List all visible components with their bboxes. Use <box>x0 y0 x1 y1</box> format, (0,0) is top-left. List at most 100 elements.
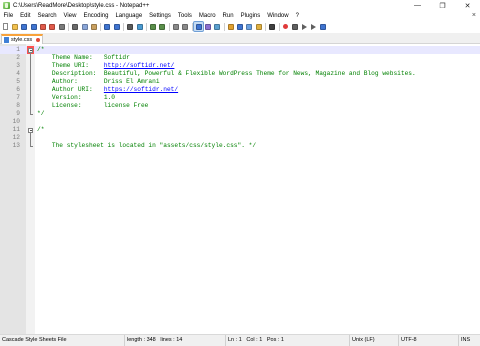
indent-guide-icon[interactable] <box>213 22 222 31</box>
fold-end <box>30 114 34 115</box>
zoom-out-icon[interactable] <box>158 22 167 31</box>
code-segment: Author: Driss El Amrani <box>37 78 160 85</box>
save-icon[interactable] <box>20 22 29 31</box>
minimize-button[interactable]: — <box>405 0 430 11</box>
cut-icon[interactable] <box>71 22 80 31</box>
code-line[interactable]: 7 Version: 1.0 <box>0 94 480 102</box>
toolbar-separator <box>168 22 170 31</box>
monitoring-icon[interactable] <box>268 22 277 31</box>
code-text: Theme URI: http://softidr.net/ <box>37 62 175 70</box>
menu-search[interactable]: Search <box>34 11 60 21</box>
toolbar-separator <box>145 22 147 31</box>
close-all-icon[interactable] <box>48 22 57 31</box>
play-macro-icon[interactable] <box>300 22 309 31</box>
replace-icon[interactable] <box>135 22 144 31</box>
code-line[interactable]: 3 Theme URI: http://softidr.net/ <box>0 62 480 70</box>
menu-language[interactable]: Language <box>112 11 146 21</box>
code-line[interactable]: 5 Author: Driss El Amrani <box>0 78 480 86</box>
fold-toggle-icon[interactable] <box>28 127 33 133</box>
code-line[interactable]: 2 Theme Name: Softidr <box>0 54 480 62</box>
sync-vertical-icon[interactable] <box>171 22 180 31</box>
close-icon[interactable] <box>39 22 48 31</box>
word-wrap-icon[interactable] <box>193 21 205 32</box>
menu-help[interactable]: ? <box>292 11 302 21</box>
doc-map-icon[interactable] <box>236 22 245 31</box>
code-line[interactable]: 6 Author URI: https://softidr.net/ <box>0 86 480 94</box>
code-segment: Theme URI: <box>37 62 104 69</box>
code-line[interactable]: 12 <box>0 134 480 142</box>
tab-close-icon[interactable] <box>36 38 40 42</box>
undo-icon[interactable] <box>103 22 112 31</box>
code-line[interactable]: 9 */ <box>0 110 480 118</box>
code-segment: /* <box>37 46 45 53</box>
code-segment: License: license Free <box>37 102 149 109</box>
maximize-button[interactable]: ❐ <box>430 0 455 11</box>
code-line[interactable]: 4 Description: Beautiful, Powerful & Fle… <box>0 70 480 78</box>
save-macro-icon[interactable] <box>319 22 328 31</box>
copy-icon[interactable] <box>80 22 89 31</box>
code-text: /* <box>37 126 44 134</box>
notepad-plus-plus-icon <box>3 2 10 9</box>
run-macro-multiple-icon[interactable] <box>309 22 318 31</box>
menu-tools[interactable]: Tools <box>174 11 195 21</box>
close-document-icon[interactable]: × <box>472 11 476 21</box>
new-file-icon[interactable] <box>1 22 10 31</box>
status-pos: Pos : 1 <box>266 337 284 343</box>
zoom-in-icon[interactable] <box>148 22 157 31</box>
function-list-icon[interactable] <box>245 22 254 31</box>
status-eol[interactable]: Unix (LF) <box>349 335 398 346</box>
stop-record-icon[interactable] <box>291 22 300 31</box>
code-line[interactable]: 8 License: license Free <box>0 102 480 110</box>
code-line[interactable]: 13 The stylesheet is located in "assets/… <box>0 142 480 150</box>
line-number: 1 <box>16 46 20 53</box>
file-icon <box>4 37 9 43</box>
menu-macro[interactable]: Macro <box>195 11 219 21</box>
toolbar-separator <box>278 22 280 31</box>
line-number: 9 <box>16 110 20 117</box>
define-language-icon[interactable] <box>226 22 235 31</box>
status-length: length : 348 <box>127 337 156 343</box>
sync-horizontal-icon[interactable] <box>181 22 190 31</box>
menu-file[interactable]: File <box>0 11 17 21</box>
menu-run[interactable]: Run <box>219 11 237 21</box>
status-encoding[interactable]: UTF-8 <box>398 335 458 346</box>
print-icon[interactable] <box>57 22 66 31</box>
menu-encoding[interactable]: Encoding <box>80 11 112 21</box>
window-controls: — ❐ ✕ <box>405 0 480 11</box>
tab-style-css[interactable]: style.css <box>1 34 43 44</box>
show-all-chars-icon[interactable] <box>203 22 212 31</box>
line-number: 4 <box>16 70 20 77</box>
open-file-icon[interactable] <box>10 22 19 31</box>
code-segment: Theme Name: Softidr <box>37 54 130 61</box>
menu-edit[interactable]: Edit <box>17 11 34 21</box>
menu-view[interactable]: View <box>60 11 80 21</box>
line-number: 6 <box>16 86 20 93</box>
code-text: */ <box>37 110 44 118</box>
code-text: Author URI: https://softidr.net/ <box>37 86 178 94</box>
save-all-icon[interactable] <box>29 22 38 31</box>
editor-area[interactable]: 1/* 2 Theme Name: Softidr 3 Theme URI: htt… <box>0 44 480 334</box>
redo-icon[interactable] <box>112 22 121 31</box>
code-text: /* <box>37 46 44 54</box>
code-line[interactable]: 1 /* <box>0 46 480 54</box>
menu-plugins[interactable]: Plugins <box>237 11 264 21</box>
find-icon[interactable] <box>126 22 135 31</box>
tab-label: style.css <box>11 37 33 43</box>
code-line[interactable]: 11 /* <box>0 126 480 134</box>
code-segment: */ <box>37 110 45 117</box>
code-link[interactable]: http://softidr.net/ <box>104 62 175 69</box>
folder-workspace-icon[interactable] <box>254 22 263 31</box>
record-macro-icon[interactable] <box>281 22 290 31</box>
close-button[interactable]: ✕ <box>455 0 480 11</box>
status-lines: lines : 14 <box>160 337 183 343</box>
status-insert-mode[interactable]: INS <box>458 335 480 346</box>
paste-icon[interactable] <box>90 22 99 31</box>
menu-settings[interactable]: Settings <box>146 11 175 21</box>
code-text: The stylesheet is located in "assets/css… <box>37 142 256 150</box>
menu-window[interactable]: Window <box>264 11 292 21</box>
code-text: Version: 1.0 <box>37 94 115 102</box>
fold-toggle-icon[interactable] <box>28 47 33 53</box>
code-text: Author: Driss El Amrani <box>37 78 160 86</box>
code-link[interactable]: https://softidr.net/ <box>104 86 178 93</box>
code-line[interactable]: 10 <box>0 118 480 126</box>
